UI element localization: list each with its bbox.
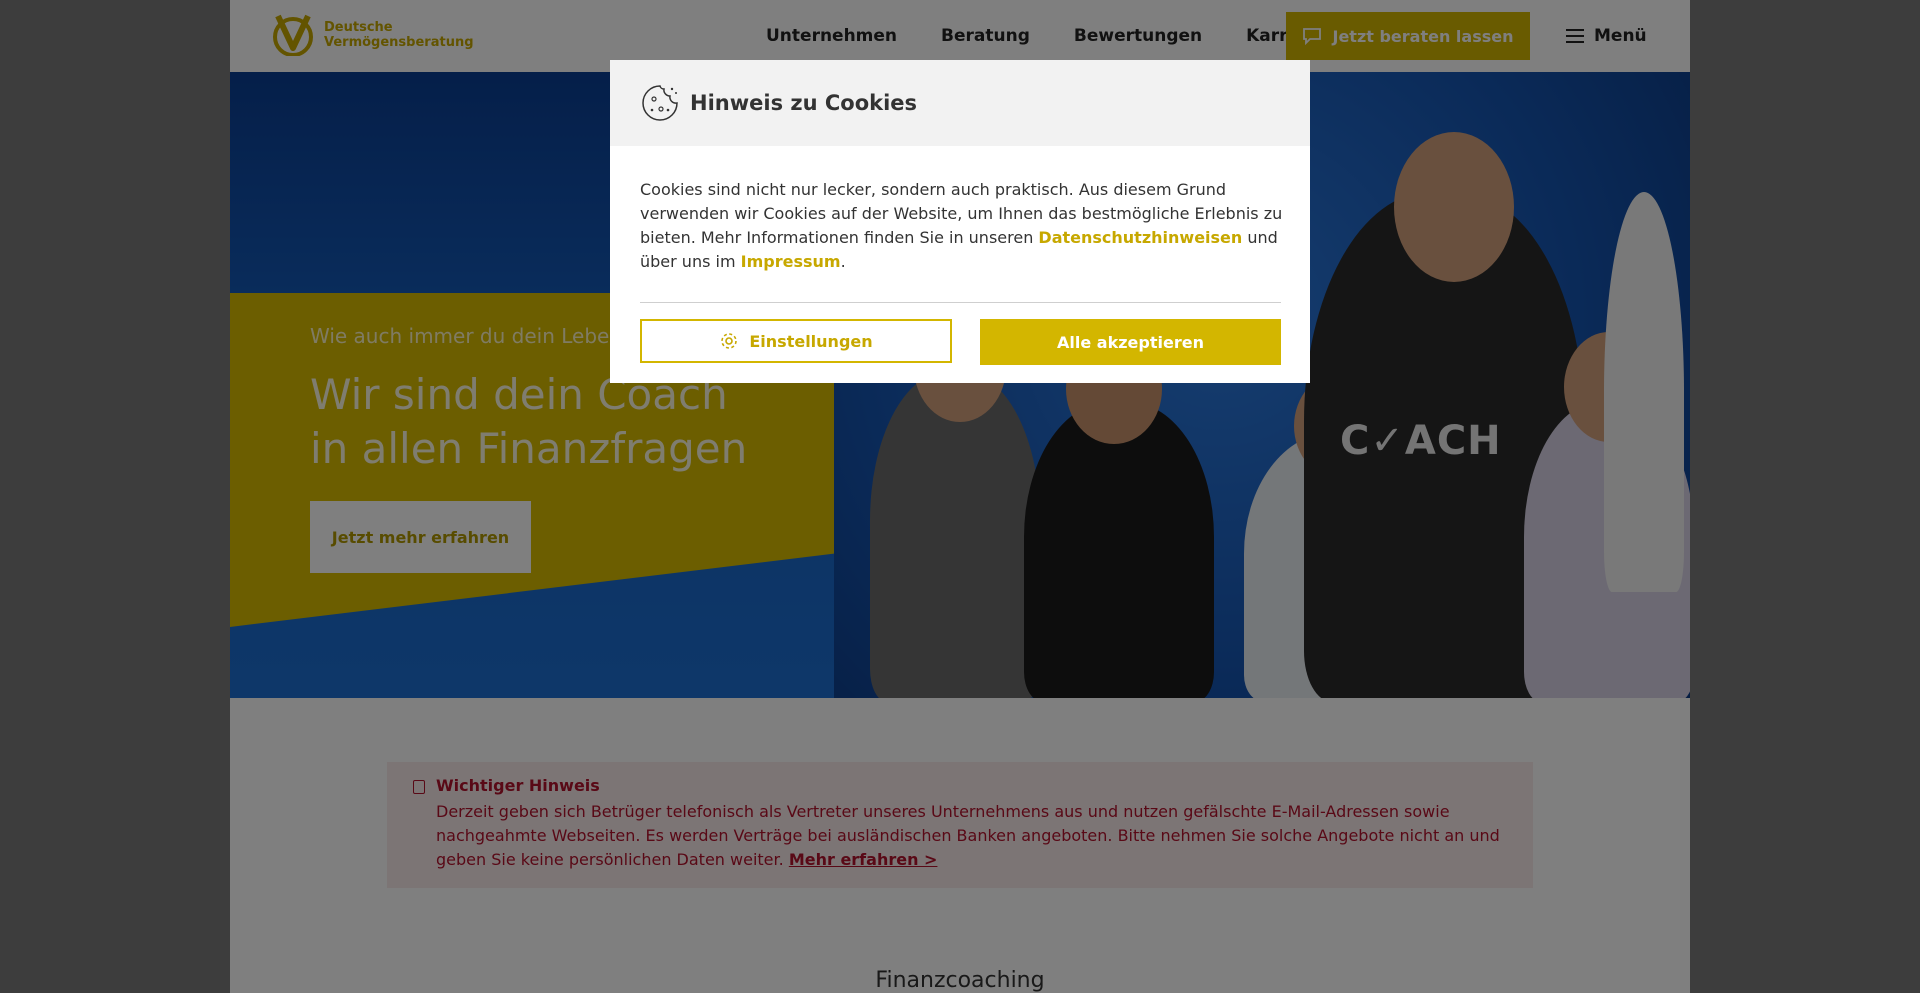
cookie-dialog-text: Cookies sind nicht nur lecker, sondern a… bbox=[640, 178, 1285, 274]
cookie-dialog-title: Hinweis zu Cookies bbox=[690, 91, 918, 115]
cookie-text-part3: . bbox=[840, 252, 846, 271]
privacy-link[interactable]: Datenschutzhinweisen bbox=[1038, 228, 1242, 247]
cookie-settings-label: Einstellungen bbox=[749, 331, 873, 351]
cookie-dialog-divider bbox=[640, 302, 1281, 303]
accept-all-button[interactable]: Alle akzeptieren bbox=[980, 319, 1281, 365]
gear-icon bbox=[721, 333, 738, 349]
cookie-icon bbox=[642, 85, 678, 121]
cookie-dialog: Hinweis zu Cookies Cookies sind nicht nu… bbox=[610, 60, 1310, 383]
cookie-dialog-header: Hinweis zu Cookies bbox=[610, 60, 1310, 146]
imprint-link[interactable]: Impressum bbox=[741, 252, 841, 271]
cookie-settings-button[interactable]: Einstellungen bbox=[640, 319, 952, 363]
